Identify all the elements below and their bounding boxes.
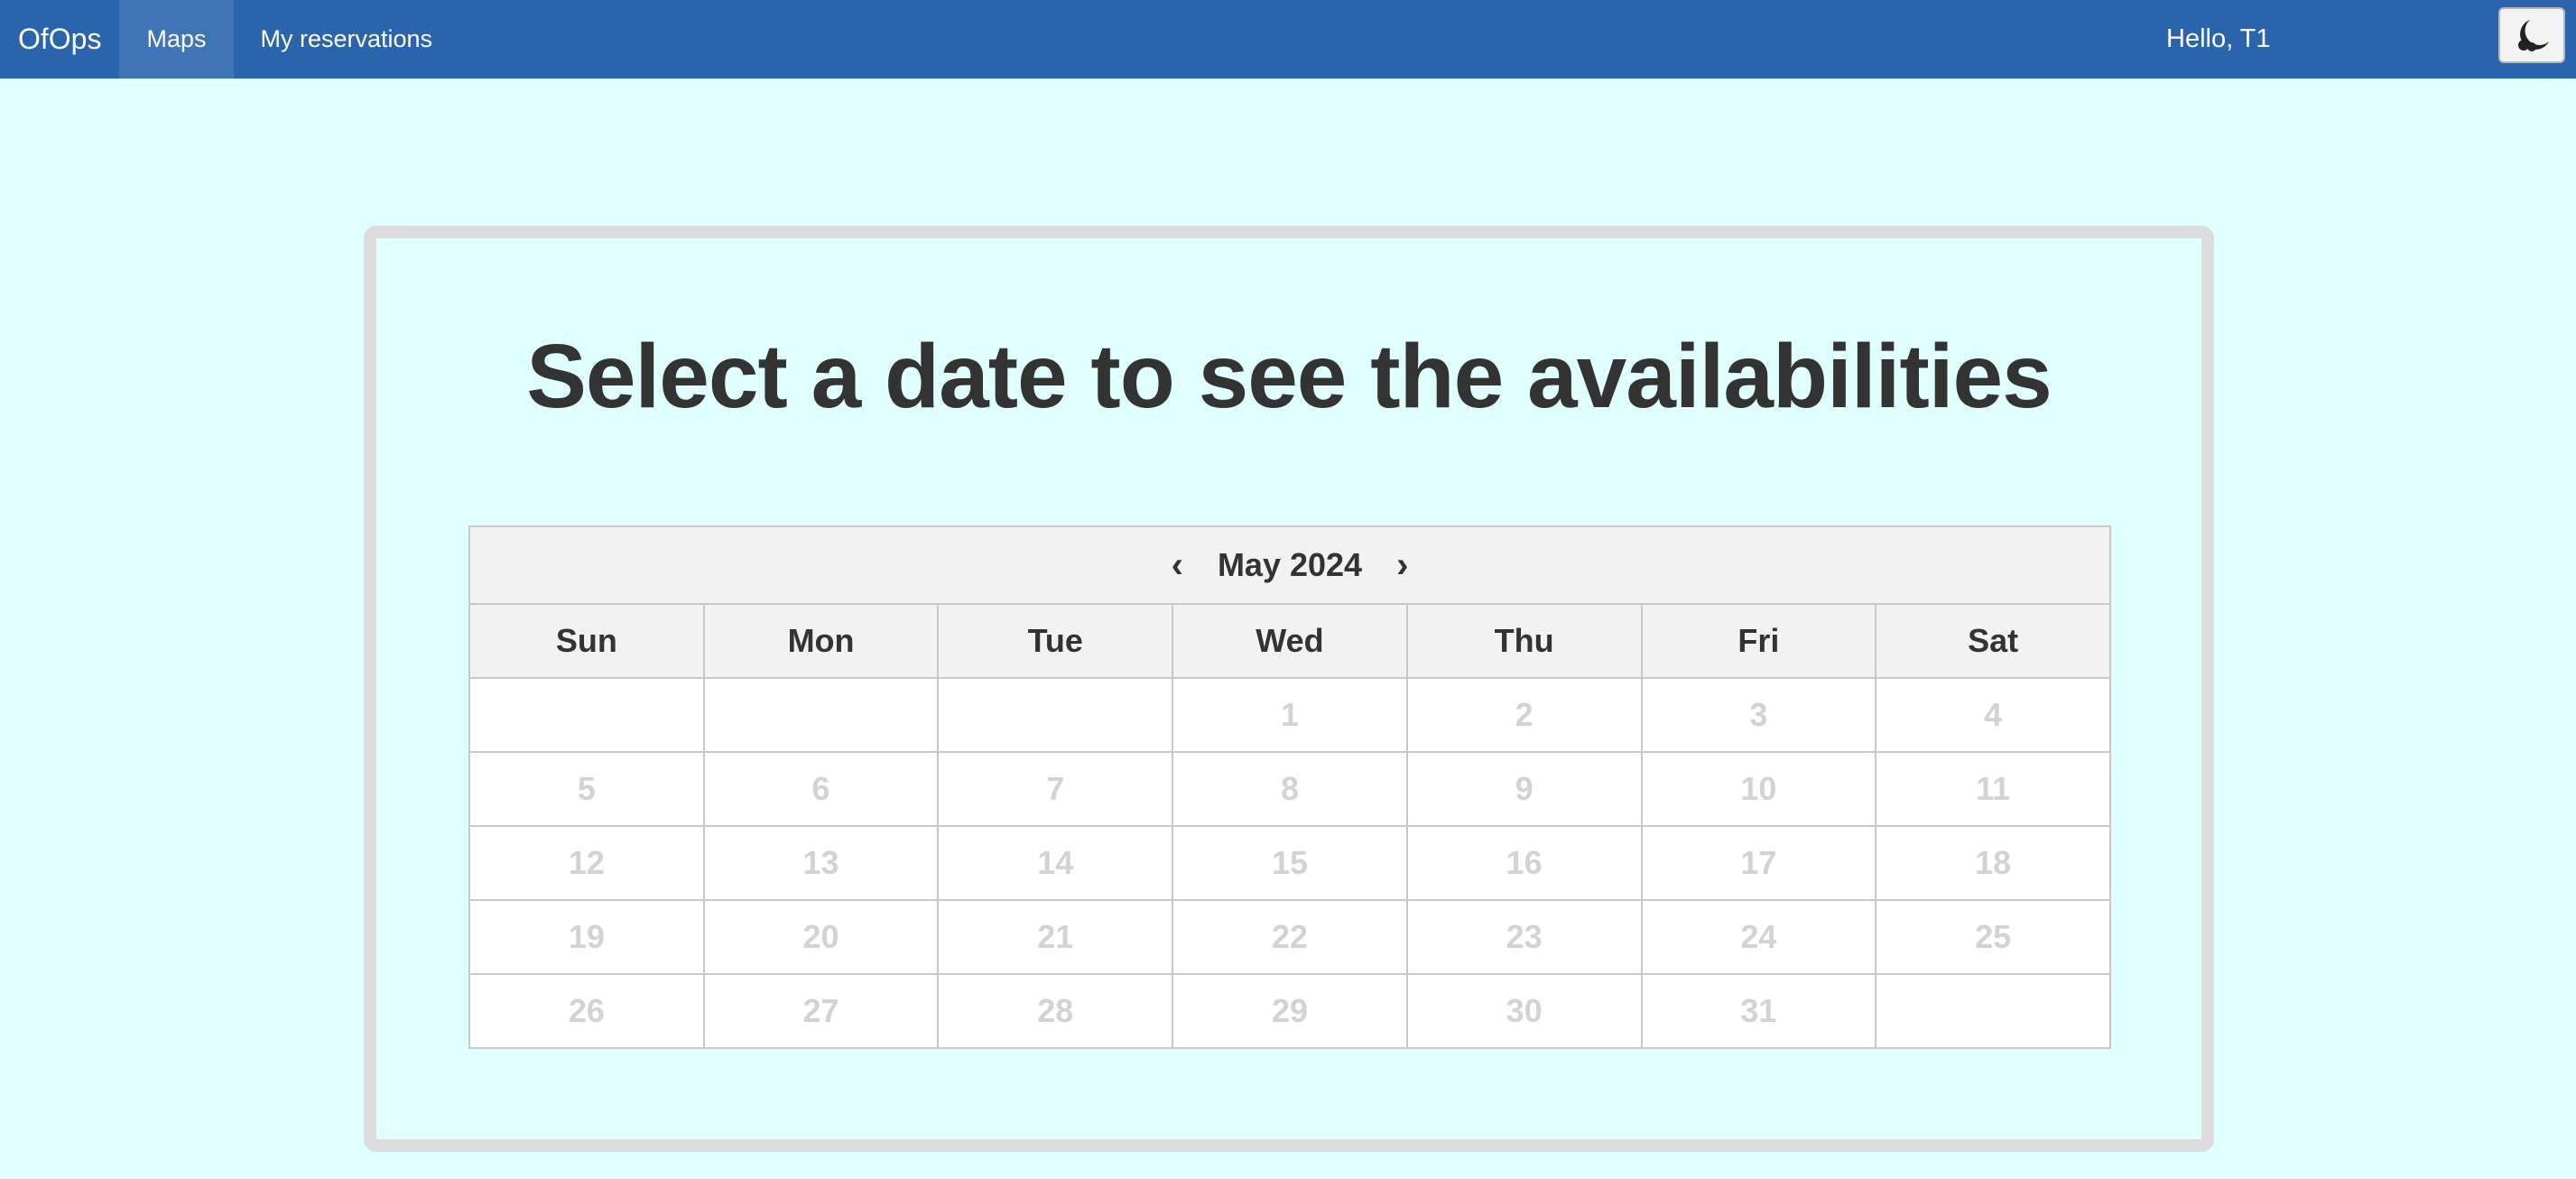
day-cell: 30 — [1405, 973, 1643, 1049]
day-cell: 14 — [937, 825, 1174, 901]
day-cell: 6 — [702, 751, 940, 827]
day-cell: 28 — [937, 973, 1174, 1049]
day-cell: 16 — [1405, 825, 1643, 901]
day-cell: 19 — [468, 899, 705, 975]
week-row: 19 20 21 22 23 24 25 — [468, 899, 2111, 975]
day-cell: 15 — [1172, 825, 1408, 901]
day-cell: 24 — [1640, 899, 1877, 975]
day-cell: 9 — [1405, 751, 1643, 827]
week-row: 5 6 7 8 9 10 11 — [468, 751, 2111, 827]
moon-icon — [2518, 20, 2549, 51]
day-cell: 20 — [702, 899, 940, 975]
top-navbar: OfOps Maps My reservations Hello, T1 — [0, 0, 2576, 79]
calendar-header: ‹ May 2024 › — [468, 525, 2111, 605]
day-cell: 21 — [937, 899, 1174, 975]
day-cell: 2 — [1405, 677, 1643, 753]
month-label: May 2024 — [1217, 546, 1363, 583]
day-cell: 26 — [468, 973, 705, 1049]
nav-item-my-reservations[interactable]: My reservations — [234, 0, 460, 79]
day-cell: 23 — [1405, 899, 1643, 975]
day-cell: 12 — [468, 825, 705, 901]
day-cell: 5 — [468, 751, 705, 827]
day-cell: 10 — [1640, 751, 1877, 827]
prev-month-button[interactable]: ‹ — [1172, 547, 1183, 583]
day-cell: 22 — [1172, 899, 1408, 975]
day-cell: 8 — [1172, 751, 1408, 827]
day-cell: 1 — [1172, 677, 1408, 753]
weekday-sun: Sun — [468, 603, 705, 679]
calendar: ‹ May 2024 › Sun Mon Tue Wed Thu Fri Sat — [468, 525, 2111, 1049]
next-month-button[interactable]: › — [1396, 547, 1408, 583]
day-cell: 11 — [1875, 751, 2111, 827]
day-cell: 4 — [1875, 677, 2111, 753]
weekday-sat: Sat — [1875, 603, 2111, 679]
day-cell: 31 — [1640, 973, 1877, 1049]
day-cell: 18 — [1875, 825, 2111, 901]
brand-logo[interactable]: OfOps — [0, 0, 119, 79]
day-cell: 25 — [1875, 899, 2111, 975]
day-cell — [702, 677, 940, 753]
day-cell: 27 — [702, 973, 940, 1049]
day-cell: 17 — [1640, 825, 1877, 901]
theme-toggle-button[interactable] — [2498, 7, 2565, 63]
weekday-fri: Fri — [1640, 603, 1877, 679]
weekday-mon: Mon — [702, 603, 940, 679]
day-cell: 7 — [937, 751, 1174, 827]
date-picker-card: Select a date to see the availabilities … — [364, 226, 2214, 1152]
day-cell — [1875, 973, 2111, 1049]
page-title: Select a date to see the availabilities — [526, 326, 2052, 427]
week-row: 12 13 14 15 16 17 18 — [468, 825, 2111, 901]
day-cell — [468, 677, 705, 753]
user-greeting: Hello, T1 — [2166, 24, 2271, 53]
weekday-thu: Thu — [1405, 603, 1643, 679]
day-cell — [937, 677, 1174, 753]
day-cell: 29 — [1172, 973, 1408, 1049]
week-row: 1 2 3 4 — [468, 677, 2111, 753]
day-cell: 13 — [702, 825, 940, 901]
nav-item-maps[interactable]: Maps — [119, 0, 234, 79]
weekday-wed: Wed — [1172, 603, 1408, 679]
weekday-tue: Tue — [937, 603, 1174, 679]
week-row: 26 27 28 29 30 31 — [468, 973, 2111, 1049]
weekday-row: Sun Mon Tue Wed Thu Fri Sat — [468, 603, 2111, 679]
day-cell: 3 — [1640, 677, 1877, 753]
